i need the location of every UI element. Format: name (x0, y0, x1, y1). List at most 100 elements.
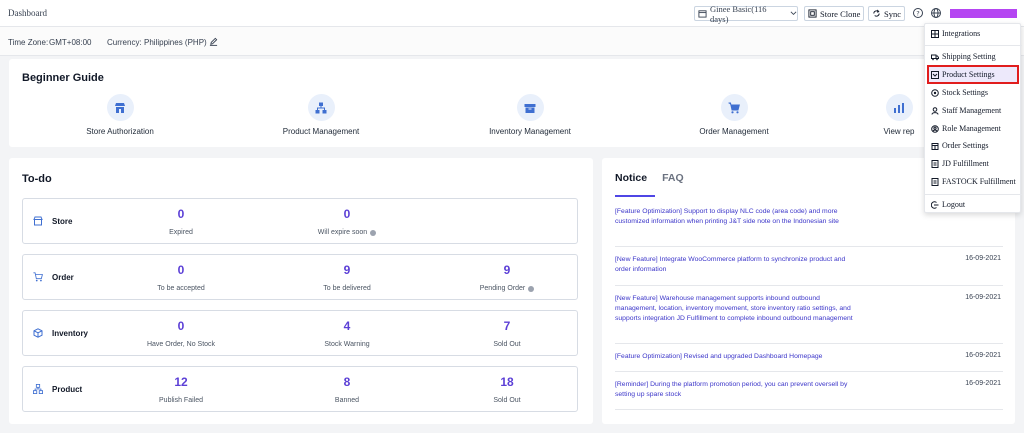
todo-row-inventory: Inventory 0 Have Order, No Stock 4 Stock… (22, 310, 578, 356)
notice-text[interactable]: [Feature Optimization] Support to displa… (615, 207, 855, 227)
menu-item-stock-settings[interactable]: Stock Settings (929, 85, 1017, 100)
hierarchy-icon (315, 102, 327, 113)
package-select-value: Ginee Basic(116 days) (709, 3, 767, 24)
edit-icon[interactable] (209, 37, 218, 46)
menu-item-label: Logout (942, 200, 966, 209)
globe-icon[interactable] (930, 7, 942, 19)
todo-stat[interactable]: 4 Stock Warning (287, 319, 407, 351)
user-account-menu[interactable] (950, 9, 1017, 18)
menu-item-label: Integrations (942, 29, 981, 38)
todo-title: To-do (22, 173, 52, 185)
doc-icon (931, 177, 939, 186)
todo-stat[interactable]: 12 Publish Failed (121, 375, 241, 407)
menu-item-product-settings[interactable]: Product Settings (927, 65, 1019, 84)
stat-label: Pending Order (479, 285, 526, 292)
timezone-label: Time Zone: (8, 38, 49, 47)
menu-item-role-management[interactable]: Role Management (929, 121, 1017, 136)
menu-divider (925, 45, 1022, 46)
todo-stat[interactable]: 8 Banned (287, 375, 407, 407)
box-icon (524, 103, 536, 113)
tab-notice[interactable]: Notice (615, 172, 647, 184)
todo-stat[interactable]: 0 Expired (121, 207, 241, 239)
notice-item[interactable]: [Feature Optimization] Support to displa… (615, 207, 1003, 247)
stat-value: 0 (177, 319, 185, 333)
package-select[interactable]: Ginee Basic(116 days) (694, 3, 798, 24)
notice-item[interactable]: [Reminder] During the platform promotion… (615, 380, 1003, 410)
todo-row-label: Product (52, 384, 83, 394)
sync-icon (873, 9, 880, 17)
notice-text[interactable]: [Feature Optimization] Revised and upgra… (615, 352, 915, 362)
beginner-guide-card: Beginner Guide Store Authorization Produ… (9, 59, 1015, 147)
store-clone-button[interactable]: Store Clone (804, 6, 865, 21)
notice-text[interactable]: [New Feature] Integrate WooCommerce plat… (615, 255, 855, 275)
notice-text[interactable]: [New Feature] Warehouse management suppo… (615, 294, 855, 324)
role-icon (931, 124, 939, 133)
currency-value: Philippines (PHP) (144, 38, 207, 47)
todo-row-label: Inventory (52, 328, 89, 338)
notice-text[interactable]: [Reminder] During the platform promotion… (615, 380, 855, 400)
menu-item-logout[interactable]: Logout (929, 197, 1017, 212)
menu-item-label: JD Fulfillment (942, 159, 989, 168)
menu-item-label: Stock Settings (942, 88, 989, 97)
menu-item-shipping-setting[interactable]: Shipping Setting (929, 49, 1017, 64)
guide-inventory-management[interactable]: Inventory Management (445, 94, 615, 136)
stat-label: Have Order, No Stock (146, 341, 216, 348)
stat-label: To be delivered (323, 285, 371, 292)
stat-label: Stock Warning (324, 341, 370, 348)
todo-stat[interactable]: 18 Sold Out (447, 375, 567, 407)
stat-value: 9 (503, 263, 511, 277)
notice-date: 16-09-2021 (965, 352, 1001, 359)
sync-label: Sync (884, 8, 901, 19)
stat-label: Publish Failed (159, 397, 203, 404)
notice-date: 16-09-2021 (965, 380, 1001, 387)
guide-product-management[interactable]: Product Management (236, 94, 406, 136)
notice-date: 16-09-2021 (965, 255, 1001, 262)
stat-value: 0 (177, 207, 185, 221)
menu-item-label: Role Management (942, 124, 1001, 133)
notice-date: 16-09-2021 (965, 294, 1001, 301)
top-bar: Dashboard Ginee Basic(116 days) Store Cl… (0, 0, 1024, 27)
menu-item-staff-management[interactable]: Staff Management (929, 103, 1017, 118)
notice-item[interactable]: [New Feature] Warehouse management suppo… (615, 294, 1003, 344)
menu-item-fastock-fulfillment[interactable]: FASTOCK Fulfillment (929, 174, 1017, 189)
settings-dropdown-menu: Integrations Shipping Setting Product Se… (924, 23, 1022, 213)
stat-value: 0 (343, 207, 351, 221)
stat-label: To be accepted (157, 285, 205, 292)
guide-order-management[interactable]: Order Management (649, 94, 819, 136)
currency-label: Currency: (107, 38, 142, 47)
doc-icon (931, 159, 939, 168)
notice-item[interactable]: [New Feature] Integrate WooCommerce plat… (615, 255, 1003, 286)
menu-item-integrations[interactable]: Integrations (929, 26, 1017, 41)
chevron-down-icon (790, 11, 797, 15)
guide-item-label: Inventory Management (489, 127, 571, 136)
product-icon (931, 70, 939, 79)
todo-stat[interactable]: 9 Pending Order (447, 263, 567, 295)
todo-stat[interactable]: 0 To be accepted (121, 263, 241, 295)
shop-icon (33, 216, 43, 226)
stat-label: Expired (169, 229, 193, 236)
menu-item-jd-fulfillment[interactable]: JD Fulfillment (929, 156, 1017, 171)
tab-active-indicator (615, 195, 655, 197)
clone-icon (808, 9, 817, 18)
stat-value: 4 (343, 319, 351, 333)
info-icon[interactable] (370, 229, 377, 236)
todo-stat[interactable]: 9 To be delivered (287, 263, 407, 295)
guide-store-authorization[interactable]: Store Authorization (35, 94, 205, 136)
cart-icon (728, 102, 740, 113)
todo-row-label: Store (52, 216, 73, 226)
stat-label: Banned (334, 397, 360, 404)
menu-item-label: Staff Management (942, 106, 1002, 115)
menu-item-label: FASTOCK Fulfillment (942, 177, 1016, 186)
sync-button[interactable]: Sync (868, 6, 905, 21)
beginner-guide-title: Beginner Guide (22, 72, 104, 84)
todo-stat[interactable]: 0 Will expire soon (287, 207, 407, 239)
info-icon[interactable] (528, 285, 535, 292)
notice-item[interactable]: [Feature Optimization] Revised and upgra… (615, 352, 1003, 372)
stat-value: 18 (500, 375, 514, 389)
menu-item-order-settings[interactable]: Order Settings (929, 138, 1017, 153)
help-icon[interactable]: ? (912, 7, 924, 19)
todo-stat[interactable]: 7 Sold Out (447, 319, 567, 351)
stat-value: 7 (503, 319, 511, 333)
tab-faq[interactable]: FAQ (662, 172, 684, 184)
todo-stat[interactable]: 0 Have Order, No Stock (121, 319, 241, 351)
